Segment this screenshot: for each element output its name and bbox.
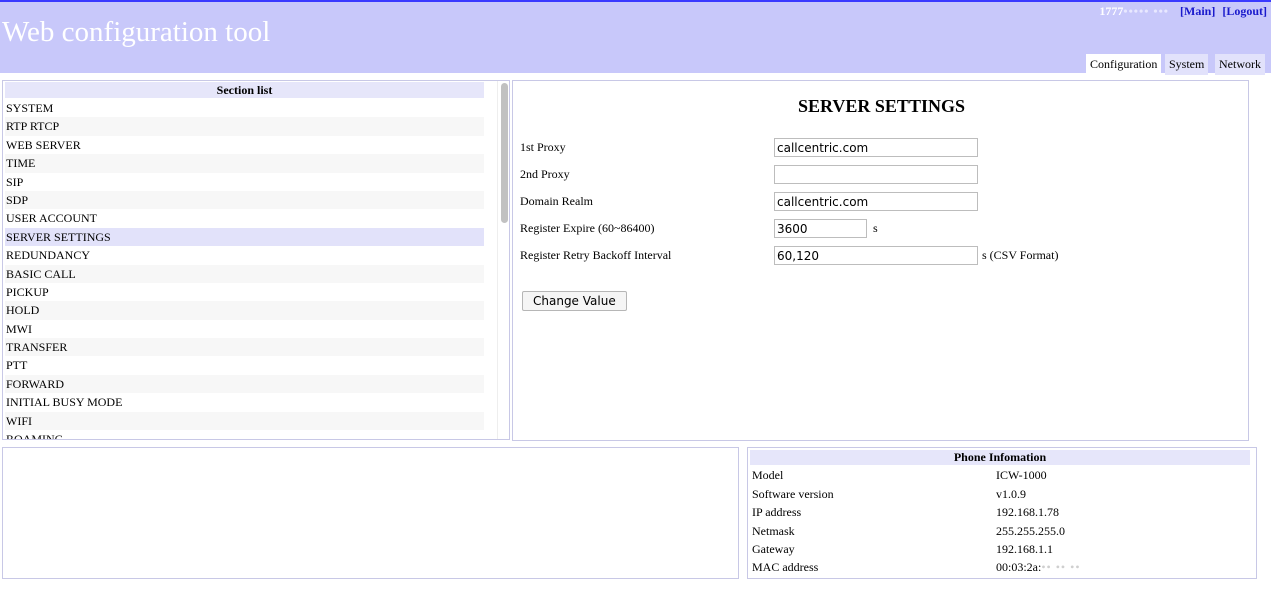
phone-row-software: Software version v1.0.9	[751, 487, 1251, 505]
register-expire-input[interactable]	[774, 219, 867, 238]
proxy1-input[interactable]	[774, 138, 978, 157]
section-item-server-settings[interactable]: SERVER SETTINGS	[5, 227, 484, 247]
domain-realm-input[interactable]	[774, 192, 978, 211]
proxy1-label: 1st Proxy	[520, 140, 566, 154]
section-item-initial-busy-mode[interactable]: INITIAL BUSY MODE	[5, 393, 484, 411]
gateway-value: 192.168.1.1	[996, 542, 1053, 556]
phone-info-header: Phone Infomation	[750, 450, 1250, 465]
section-list-panel: Section list SYSTEM RTP RTCP WEB SERVER …	[2, 80, 510, 440]
mac-address-redacted: •• •• ••	[1041, 560, 1081, 574]
section-item-hold[interactable]: HOLD	[5, 301, 484, 320]
section-item-wifi[interactable]: WIFI	[5, 411, 484, 431]
section-item-system[interactable]: SYSTEM	[5, 99, 484, 117]
section-item-user-account[interactable]: USER ACCOUNT	[5, 209, 484, 227]
phone-row-netmask: Netmask 255.255.255.0	[751, 524, 1251, 542]
tab-system[interactable]: System	[1165, 54, 1209, 75]
gateway-label: Gateway	[752, 542, 795, 556]
phone-row-mac: MAC address 00:03:2a:•• •• ••	[751, 560, 1251, 578]
ip-address-value: 192.168.1.78	[996, 505, 1059, 519]
section-item-web-server[interactable]: WEB SERVER	[5, 136, 484, 154]
settings-panel: SERVER SETTINGS 1st Proxy 2nd Proxy Doma…	[512, 80, 1249, 441]
register-retry-unit: s (CSV Format)	[982, 248, 1059, 262]
section-item-roaming[interactable]: ROAMING	[5, 430, 484, 439]
main-link[interactable]: [Main]	[1180, 4, 1215, 18]
register-retry-label: Register Retry Backoff Interval	[520, 248, 672, 262]
proxy2-input[interactable]	[774, 165, 978, 184]
section-list: SYSTEM RTP RTCP WEB SERVER TIME SIP SDP …	[5, 99, 484, 439]
software-version-value: v1.0.9	[996, 487, 1026, 501]
section-item-basic-call[interactable]: BASIC CALL	[5, 264, 484, 283]
section-item-sdp[interactable]: SDP	[5, 190, 484, 210]
section-item-mwi[interactable]: MWI	[5, 320, 484, 338]
logout-link[interactable]: [Logout]	[1222, 4, 1267, 18]
user-id: 1777••••• •••	[1099, 4, 1169, 18]
software-version-label: Software version	[752, 487, 834, 501]
model-label: Model	[752, 468, 784, 482]
netmask-label: Netmask	[752, 524, 795, 538]
register-retry-input[interactable]	[774, 246, 978, 265]
scrollbar-thumb[interactable]	[501, 83, 508, 223]
domain-realm-label: Domain Realm	[520, 194, 593, 208]
phone-row-ip: IP address 192.168.1.78	[751, 505, 1251, 523]
section-item-time[interactable]: TIME	[5, 154, 484, 173]
register-expire-label: Register Expire (60~86400)	[520, 221, 655, 235]
section-item-transfer[interactable]: TRANSFER	[5, 338, 484, 357]
mac-address-value: 00:03:2a:•• •• ••	[996, 560, 1081, 574]
phone-row-model: Model ICW-1000	[751, 468, 1251, 486]
register-expire-unit: s	[873, 221, 878, 235]
section-item-rtp-rtcp[interactable]: RTP RTCP	[5, 117, 484, 136]
model-value: ICW-1000	[996, 468, 1047, 482]
section-list-header: Section list	[5, 82, 484, 98]
ip-address-label: IP address	[752, 505, 802, 519]
tab-configuration[interactable]: Configuration	[1086, 54, 1162, 75]
header-bar: Web configuration tool 1777••••• ••• [Ma…	[0, 0, 1271, 75]
app-title: Web configuration tool	[2, 16, 271, 48]
phone-row-gateway: Gateway 192.168.1.1	[751, 542, 1251, 560]
user-id-redacted: ••••• •••	[1123, 4, 1169, 18]
change-value-button[interactable]: Change Value	[522, 291, 627, 311]
tab-network[interactable]: Network	[1215, 54, 1265, 75]
blank-panel	[2, 447, 739, 579]
section-item-ptt[interactable]: PTT	[5, 356, 484, 374]
section-item-sip[interactable]: SIP	[5, 173, 484, 191]
section-item-redundancy[interactable]: REDUNDANCY	[5, 246, 484, 264]
settings-title: SERVER SETTINGS	[798, 96, 965, 116]
section-list-scrollbar[interactable]	[497, 81, 509, 439]
mac-address-label: MAC address	[752, 560, 819, 574]
proxy2-label: 2nd Proxy	[520, 167, 570, 181]
section-item-forward[interactable]: FORWARD	[5, 374, 484, 394]
user-links: 1777••••• ••• [Main] [Logout]	[1099, 4, 1267, 19]
netmask-value: 255.255.255.0	[996, 524, 1065, 538]
section-item-pickup[interactable]: PICKUP	[5, 283, 484, 301]
phone-info-panel: Phone Infomation Model ICW-1000 Software…	[747, 447, 1257, 579]
